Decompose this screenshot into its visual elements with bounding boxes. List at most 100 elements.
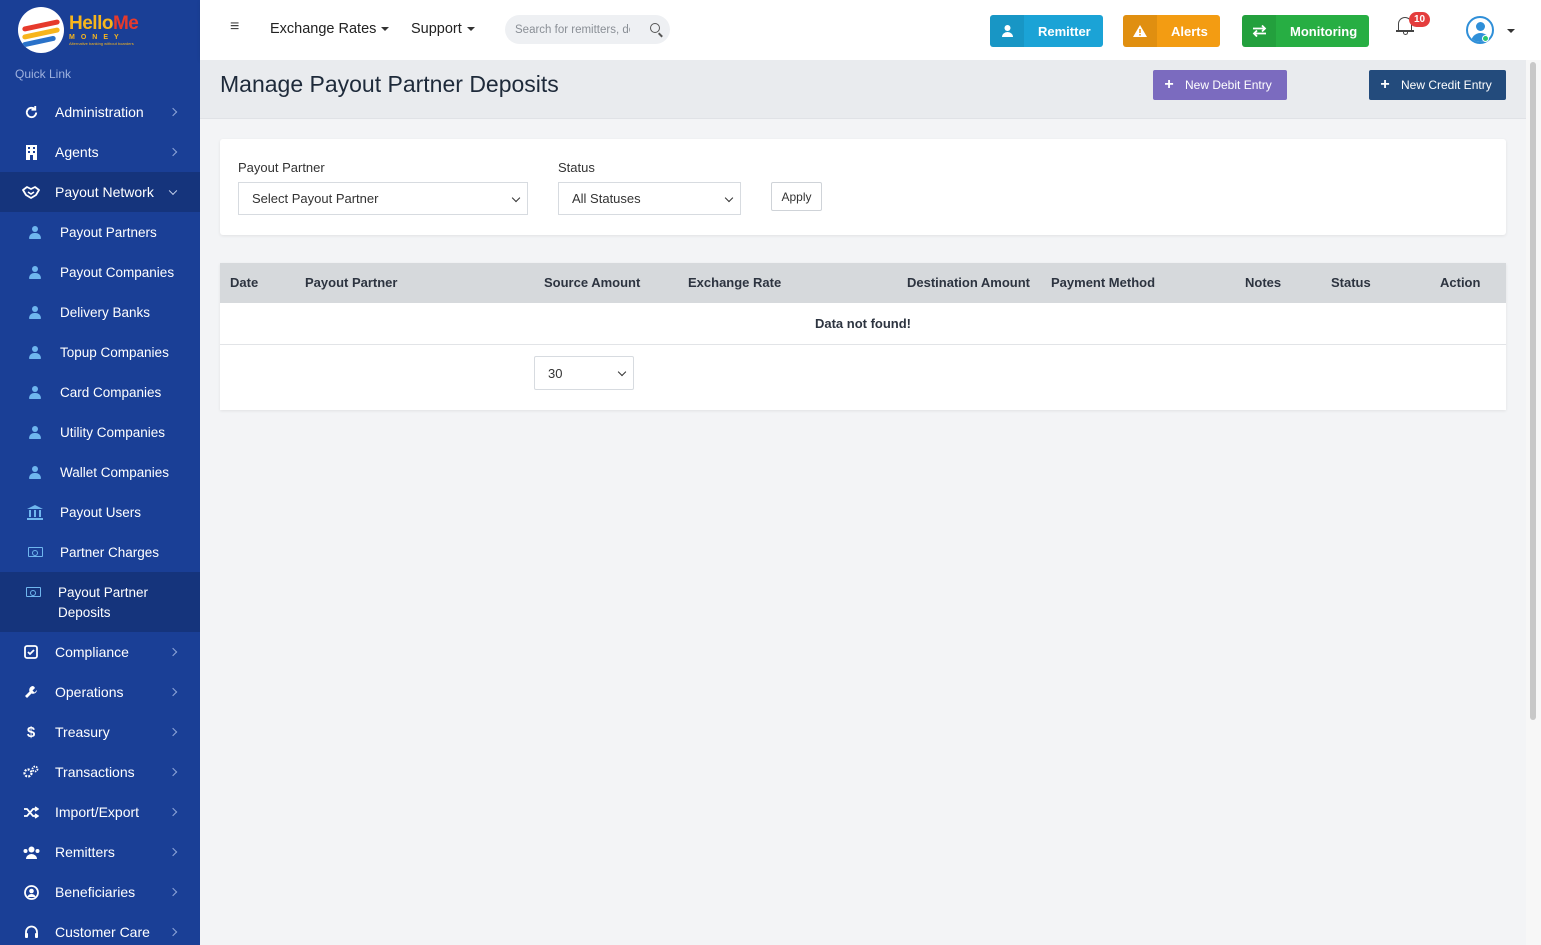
sidebar-item-operations[interactable]: Operations [0,672,200,712]
column-header[interactable]: Date [230,275,258,290]
sidebar-item-import-export[interactable]: Import/Export [0,792,200,832]
chevron-right-icon [168,927,178,937]
chevron-right-icon [168,647,178,657]
users-icon [22,843,40,861]
user-menu-caret-icon[interactable] [1507,29,1515,33]
sidebar-subitem-label: Wallet Companies [60,464,170,480]
refresh-icon [22,103,40,121]
sidebar-subitem-label: Delivery Banks [60,304,151,320]
sidebar-subitem-topup-companies[interactable]: Topup Companies [0,332,200,372]
payout-partner-select[interactable]: Select Payout Partner [238,182,528,215]
sidebar-item-beneficiaries[interactable]: Beneficiaries [0,872,200,912]
support-menu[interactable]: Support [411,21,475,37]
chevron-right-icon [168,687,178,697]
status-select[interactable]: All Statuses [558,182,741,215]
search-box [505,15,670,44]
money-icon [25,584,41,600]
chevron-right-icon [168,107,178,117]
chevron-down-icon [511,193,521,203]
sidebar-item-payout-network[interactable]: Payout Network [0,172,200,212]
sidebar-subitem-utility-companies[interactable]: Utility Companies [0,412,200,452]
monitoring-button[interactable]: Monitoring [1242,15,1370,47]
exchange-rates-menu[interactable]: Exchange Rates [270,21,390,37]
user-avatar[interactable] [1466,16,1494,44]
column-header[interactable]: Destination Amount [907,275,1030,290]
sidebar: HelloMe MONEY Alternative banking withou… [0,0,200,945]
empty-table-message: Data not found! [220,303,1506,345]
new-debit-entry-button[interactable]: + New Debit Entry [1153,70,1287,100]
sidebar-item-customer-care[interactable]: Customer Care [0,912,200,945]
user-icon [27,464,43,480]
sidebar-subitem-payout-partner-deposits[interactable]: Payout Partner Deposits [0,572,200,632]
chevron-down-icon [168,186,178,196]
sidebar-subitem-payout-partners[interactable]: Payout Partners [0,212,200,252]
logo-sub: MONEY [69,34,125,41]
sidebar-subitem-wallet-companies[interactable]: Wallet Companies [0,452,200,492]
payout-partner-label: Payout Partner [238,160,325,175]
user-icon [27,264,43,280]
sidebar-item-transactions[interactable]: Transactions [0,752,200,792]
sidebar-item-label: Payout Network [55,184,154,200]
exchange-arrows-icon [1242,15,1276,47]
deposits-table: Date Payout Partner Source Amount Exchan… [220,263,1506,410]
warning-icon [1123,15,1157,47]
sidebar-subitem-card-companies[interactable]: Card Companies [0,372,200,412]
sidebar-subitem-partner-charges[interactable]: Partner Charges [0,532,200,572]
sidebar-item-label: Operations [55,684,124,700]
chevron-right-icon [168,887,178,897]
logo-brand: HelloMe [69,13,139,34]
sidebar-item-administration[interactable]: Administration [0,92,200,132]
sidebar-subitem-delivery-banks[interactable]: Delivery Banks [0,292,200,332]
sidebar-subitem-label: Payout Users [60,504,142,520]
sidebar-item-remitters[interactable]: Remitters [0,832,200,872]
menu-toggle-icon[interactable]: ≡ [230,18,239,36]
table-header: Date Payout Partner Source Amount Exchan… [220,263,1506,303]
new-credit-entry-button[interactable]: + New Credit Entry [1369,70,1506,100]
cogs-icon [22,763,40,781]
check-square-icon [22,643,40,661]
column-header[interactable]: Status [1331,275,1371,290]
bank-icon [27,504,43,520]
page-scrollbar[interactable] [1526,60,1541,945]
caret-down-icon [466,27,475,32]
sidebar-item-agents[interactable]: Agents [0,132,200,172]
sidebar-subitem-payout-users[interactable]: Payout Users [0,492,200,532]
sidebar-subitem-label: Partner Charges [60,544,160,560]
user-icon [990,15,1024,47]
caret-down-icon [381,27,390,32]
money-icon [27,544,43,560]
user-icon [27,304,43,320]
dollar-icon: $ [26,723,36,741]
wrench-icon [22,683,40,701]
scrollbar-thumb[interactable] [1530,62,1536,720]
column-header[interactable]: Payment Method [1051,275,1155,290]
sidebar-subitem-label: Payout Partner Deposits [58,585,149,620]
sidebar-subitem-payout-companies[interactable]: Payout Companies [0,252,200,292]
page-title: Manage Payout Partner Deposits [220,71,559,97]
remitter-button[interactable]: Remitter [990,15,1103,47]
column-header[interactable]: Payout Partner [305,275,397,290]
search-input[interactable] [505,23,630,36]
sidebar-item-treasury[interactable]: $ Treasury [0,712,200,752]
quick-link-label: Quick Link [15,67,72,81]
search-icon[interactable] [650,23,660,33]
sidebar-item-compliance[interactable]: Compliance [0,632,200,672]
column-header[interactable]: Action [1440,275,1480,290]
user-icon [27,384,43,400]
sidebar-item-label: Remitters [55,844,115,860]
sidebar-item-label: Compliance [55,644,129,660]
column-header[interactable]: Exchange Rate [688,275,781,290]
sidebar-item-label: Beneficiaries [55,884,136,900]
plus-icon: + [1380,76,1390,93]
column-header[interactable]: Source Amount [544,275,640,290]
page-size-select[interactable]: 30 [534,356,634,390]
logo[interactable]: HelloMe MONEY Alternative banking withou… [0,0,200,60]
user-circle-icon [22,883,40,901]
alerts-button[interactable]: Alerts [1123,15,1220,47]
user-icon [27,344,43,360]
apply-button[interactable]: Apply [771,182,822,211]
chevron-right-icon [168,807,178,817]
chevron-right-icon [168,147,178,157]
column-header[interactable]: Notes [1245,275,1281,290]
logo-tagline: Alternative banking without boarders [69,41,134,46]
